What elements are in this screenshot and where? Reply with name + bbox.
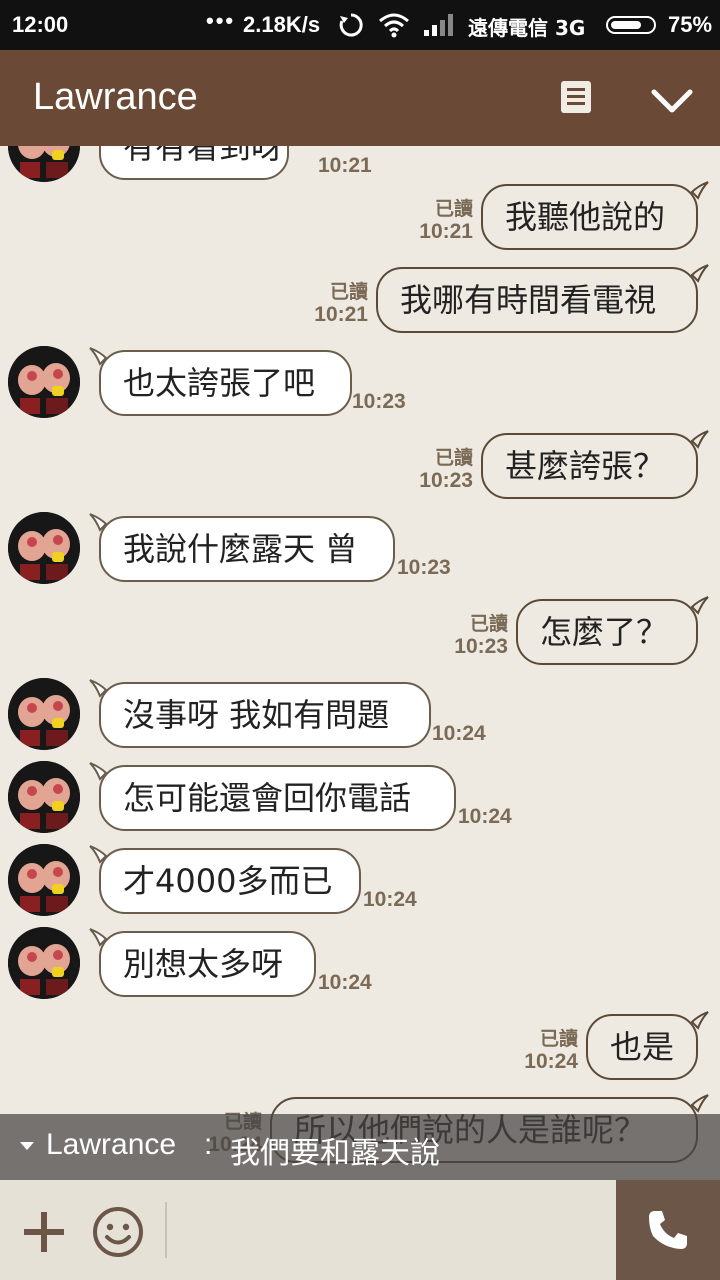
- status-bar: 12:00 ••• 2.18K/s 遠傳電信 3G 75%: [0, 0, 720, 50]
- contact-avatar[interactable]: [8, 927, 80, 999]
- incoming-message-bubble[interactable]: 有有看到呀: [99, 146, 289, 180]
- battery-percent: 75%: [668, 12, 713, 37]
- read-receipt: 已讀: [539, 1028, 578, 1050]
- outgoing-message-bubble[interactable]: 也是: [586, 1014, 698, 1080]
- incoming-message-bubble[interactable]: 才4000多而已: [99, 848, 361, 914]
- message-time: 10:24: [458, 805, 512, 828]
- incoming-message-bubble[interactable]: 也太誇張了吧: [99, 350, 352, 416]
- message-time: 10:21: [318, 154, 372, 177]
- contact-avatar[interactable]: [8, 512, 80, 584]
- read-receipt: 已讀: [434, 447, 473, 469]
- notes-icon[interactable]: [560, 80, 592, 114]
- message-time: 10:24: [524, 1050, 578, 1073]
- call-button[interactable]: [616, 1180, 720, 1280]
- notification-sender: Lawrance: [46, 1128, 177, 1161]
- read-receipt: 已讀: [329, 281, 368, 303]
- signal-icon: [424, 14, 453, 36]
- contact-avatar[interactable]: [8, 678, 80, 750]
- bubble-tail: [690, 264, 709, 283]
- phone-icon: [649, 1211, 687, 1249]
- message-time: 10:24: [318, 971, 372, 994]
- wifi-icon: [379, 13, 409, 38]
- emoji-icon[interactable]: [92, 1206, 144, 1258]
- sync-icon: [339, 13, 363, 37]
- contact-avatar[interactable]: [8, 761, 80, 833]
- message-time: 10:21: [314, 303, 368, 326]
- carrier-name: 遠傳電信 3G: [468, 16, 586, 40]
- bubble-tail: [690, 430, 709, 449]
- input-divider: [165, 1202, 167, 1258]
- battery-icon: [606, 16, 656, 34]
- incoming-message-bubble[interactable]: 沒事呀 我如有問題: [99, 682, 431, 748]
- message-time: 10:23: [454, 635, 508, 658]
- incoming-message-bubble[interactable]: 怎可能還會回你電話: [99, 765, 456, 831]
- message-time: 10:23: [419, 469, 473, 492]
- message-time: 10:24: [432, 722, 486, 745]
- read-receipt: 已讀: [469, 613, 508, 635]
- message-time: 10:23: [397, 556, 451, 579]
- message-list[interactable]: 有有看到呀 10:21 我聽他說的 已讀 10:21 我哪有時間看電視 已讀 10:21 也太誇…: [0, 146, 720, 1180]
- notification-banner[interactable]: Lawrance : 我們要和露天說: [0, 1114, 720, 1180]
- bubble-tail: [690, 596, 709, 615]
- chat-title: Lawrance: [33, 76, 198, 118]
- message-time: 10:23: [352, 390, 406, 413]
- network-speed: 2.18K/s: [243, 12, 321, 37]
- contact-avatar[interactable]: [8, 346, 80, 418]
- outgoing-message-bubble[interactable]: 怎麼了？: [516, 599, 698, 665]
- chat-header: Lawrance: [0, 50, 720, 146]
- message-time: 10:24: [363, 888, 417, 911]
- message-time: 10:21: [419, 220, 473, 243]
- bubble-tail: [690, 181, 709, 200]
- bubble-tail: [690, 1011, 709, 1030]
- outgoing-message-bubble[interactable]: 我聽他說的: [481, 184, 698, 250]
- plus-icon[interactable]: [22, 1210, 66, 1254]
- outgoing-message-bubble[interactable]: 甚麼誇張？: [481, 433, 698, 499]
- outgoing-message-bubble[interactable]: 我哪有時間看電視: [376, 267, 698, 333]
- bubble-tail: [690, 1094, 709, 1113]
- read-receipt: 已讀: [434, 198, 473, 220]
- notification-message: 我們要和露天說: [230, 1136, 440, 1171]
- contact-avatar[interactable]: [8, 844, 80, 916]
- notification-dots-icon: •••: [206, 8, 236, 33]
- caret-down-icon: [20, 1142, 34, 1150]
- status-time: 12:00: [12, 12, 69, 37]
- incoming-message-bubble[interactable]: 別想太多呀: [99, 931, 316, 997]
- chevron-down-icon[interactable]: [648, 86, 696, 116]
- contact-avatar[interactable]: [8, 146, 80, 182]
- notification-separator: :: [204, 1128, 213, 1161]
- incoming-message-bubble[interactable]: 我說什麼露天 曾: [99, 516, 395, 582]
